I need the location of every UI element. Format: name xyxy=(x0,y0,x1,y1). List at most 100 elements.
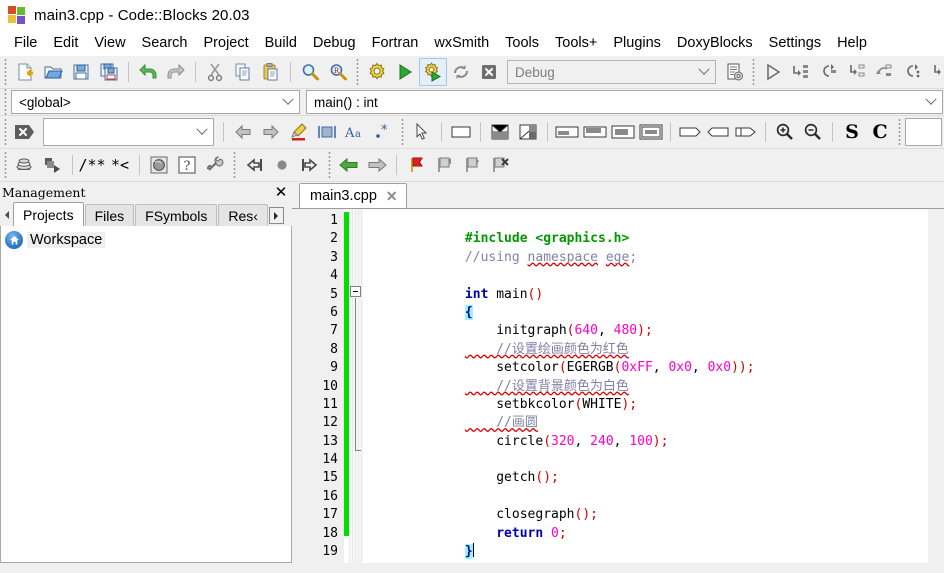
menu-help[interactable]: Help xyxy=(829,33,875,53)
function-combo[interactable]: main() : int xyxy=(306,90,943,114)
build-and-run-icon[interactable] xyxy=(419,58,447,86)
menu-tools[interactable]: Tools xyxy=(497,33,547,53)
flex-grid-sizer-icon[interactable] xyxy=(514,118,542,146)
pointer-icon[interactable] xyxy=(408,118,436,146)
redo-icon[interactable] xyxy=(162,58,190,86)
run-html-icon[interactable] xyxy=(145,151,173,179)
code-editor[interactable]: 1 2 3 4 5 6 7 8 9 10 11 12 13 14 15 16 1 xyxy=(292,208,944,563)
debug-continue-icon[interactable] xyxy=(759,58,787,86)
tab-scroll-left-icon[interactable] xyxy=(0,204,13,226)
new-file-icon[interactable] xyxy=(11,58,39,86)
menu-tools-plus[interactable]: Tools+ xyxy=(547,33,605,53)
tab-scroll-right-icon[interactable] xyxy=(268,207,284,224)
build-icon[interactable] xyxy=(363,58,391,86)
build-log-icon[interactable] xyxy=(720,58,748,86)
projects-tree[interactable]: Workspace xyxy=(0,226,292,563)
browse-back-icon[interactable] xyxy=(335,151,363,179)
fold-margin[interactable] xyxy=(349,209,363,563)
browse-forward-icon[interactable] xyxy=(363,151,391,179)
build-target-combo[interactable]: Debug xyxy=(507,60,716,84)
debug-step-out-icon[interactable] xyxy=(871,58,899,86)
close-panel-icon[interactable]: ✕ xyxy=(274,185,288,200)
next-bookmark-icon[interactable] xyxy=(458,151,486,179)
management-tab-resources[interactable]: Res‹ xyxy=(218,204,268,226)
cut-icon[interactable] xyxy=(201,58,229,86)
menu-view[interactable]: View xyxy=(86,33,133,53)
close-tab-icon[interactable]: ✕ xyxy=(386,188,398,205)
align-left-icon[interactable] xyxy=(553,118,581,146)
rebuild-icon[interactable] xyxy=(447,58,475,86)
paste-icon[interactable] xyxy=(257,58,285,86)
save-all-icon[interactable] xyxy=(95,58,123,86)
menu-file[interactable]: File xyxy=(6,33,45,53)
scope-combo[interactable]: <global> xyxy=(11,90,300,114)
menu-debug[interactable]: Debug xyxy=(305,33,364,53)
grid-sizer-icon[interactable] xyxy=(486,118,514,146)
jump-forward-icon[interactable] xyxy=(296,151,324,179)
menu-doxyblocks[interactable]: DoxyBlocks xyxy=(669,33,761,53)
run-icon[interactable] xyxy=(391,58,419,86)
zoom-out-icon[interactable] xyxy=(799,118,827,146)
copy-icon[interactable] xyxy=(229,58,257,86)
toolbar-grip[interactable] xyxy=(2,89,9,115)
doxyblocks-config-icon[interactable] xyxy=(201,151,229,179)
debug-run-to-cursor-icon[interactable] xyxy=(787,58,815,86)
symbol-c-button[interactable]: C xyxy=(866,118,894,146)
panel-icon[interactable] xyxy=(447,118,475,146)
management-tab-files[interactable]: Files xyxy=(84,204,135,226)
toggle-bookmark-icon[interactable] xyxy=(402,151,430,179)
toolbar-grip[interactable] xyxy=(326,152,333,178)
record-point-icon[interactable] xyxy=(268,151,296,179)
extract-documentation-icon[interactable] xyxy=(39,151,67,179)
toolbar-grip[interactable] xyxy=(2,152,9,178)
open-file-icon[interactable] xyxy=(39,58,67,86)
zoom-in-icon[interactable] xyxy=(771,118,799,146)
jump-back-icon[interactable] xyxy=(240,151,268,179)
toolbar-grip[interactable] xyxy=(231,152,238,178)
tree-item-workspace[interactable]: Workspace xyxy=(5,230,111,250)
abort-build-icon[interactable] xyxy=(475,58,503,86)
find-next-icon[interactable] xyxy=(257,118,285,146)
comment-line-icon[interactable]: *< xyxy=(106,151,134,179)
menu-build[interactable]: Build xyxy=(257,33,305,53)
debug-next-line-icon[interactable] xyxy=(815,58,843,86)
align-right-icon[interactable] xyxy=(581,118,609,146)
debug-step-into-instruction-icon[interactable] xyxy=(927,58,944,86)
management-tab-projects[interactable]: Projects xyxy=(13,202,84,226)
shape-icon[interactable] xyxy=(732,118,760,146)
menu-plugins[interactable]: Plugins xyxy=(605,33,669,53)
symbol-s-button[interactable]: S xyxy=(838,118,866,146)
undo-icon[interactable] xyxy=(134,58,162,86)
comment-block-icon[interactable]: /** xyxy=(78,151,106,179)
shrink-icon[interactable] xyxy=(704,118,732,146)
menu-project[interactable]: Project xyxy=(196,33,257,53)
code-text-area[interactable]: #include <graphics.h> //using namespace … xyxy=(363,209,928,563)
toolbar-grip[interactable] xyxy=(896,119,903,145)
editor-tab-main3cpp[interactable]: main3.cpp ✕ xyxy=(299,183,407,208)
toolbar-grip[interactable] xyxy=(354,59,361,85)
debug-next-instruction-icon[interactable] xyxy=(899,58,927,86)
run-chm-icon[interactable]: ? xyxy=(173,151,201,179)
toolbar-grip[interactable] xyxy=(2,119,9,145)
expand-icon[interactable] xyxy=(676,118,704,146)
previous-bookmark-icon[interactable] xyxy=(430,151,458,179)
close-search-icon[interactable] xyxy=(11,118,39,146)
menu-wxsmith[interactable]: wxSmith xyxy=(426,33,497,53)
editor-scrollbar[interactable] xyxy=(928,209,944,563)
save-icon[interactable] xyxy=(67,58,95,86)
highlight-icon[interactable] xyxy=(285,118,313,146)
align-center-icon[interactable] xyxy=(609,118,637,146)
clear-bookmarks-icon[interactable] xyxy=(486,151,514,179)
match-case-icon[interactable]: A a xyxy=(341,118,369,146)
debug-step-into-icon[interactable] xyxy=(843,58,871,86)
toolbar-grip[interactable] xyxy=(399,119,406,145)
menu-search[interactable]: Search xyxy=(134,33,196,53)
toolbar-grip[interactable] xyxy=(2,59,9,85)
doxywizard-icon[interactable] xyxy=(11,151,39,179)
menu-fortran[interactable]: Fortran xyxy=(364,33,427,53)
search-input[interactable] xyxy=(43,118,214,146)
wxsmith-input[interactable] xyxy=(905,118,942,146)
management-tab-fsymbols[interactable]: FSymbols xyxy=(135,204,218,226)
toolbar-grip[interactable] xyxy=(750,59,757,85)
align-middle-icon[interactable] xyxy=(637,118,665,146)
